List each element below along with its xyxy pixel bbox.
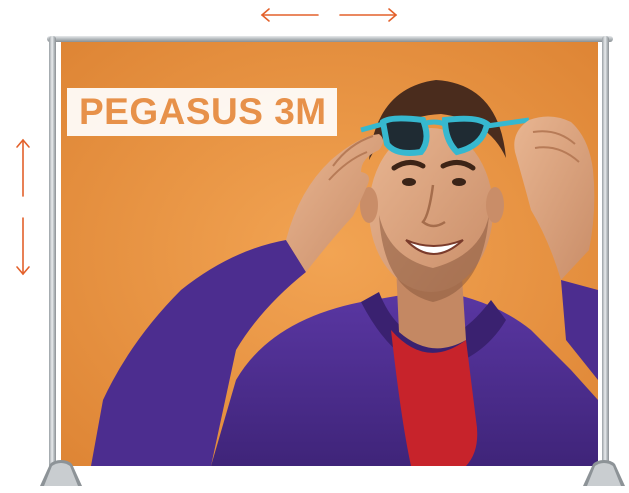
stand-pole-right <box>602 36 609 468</box>
stand-pole-left <box>49 36 56 468</box>
vertical-arrows-icon <box>16 138 30 276</box>
product-image: PEGASUS 3M <box>0 0 629 493</box>
stand-foot-left <box>40 460 82 486</box>
banner-title-box: PEGASUS 3M <box>67 88 337 136</box>
banner-graphic: PEGASUS 3M <box>61 40 598 466</box>
banner-title: PEGASUS 3M <box>79 91 327 132</box>
stand-foot-right <box>583 460 625 486</box>
horizontal-arrows-icon <box>260 8 398 22</box>
stand-crossbar <box>47 36 613 42</box>
